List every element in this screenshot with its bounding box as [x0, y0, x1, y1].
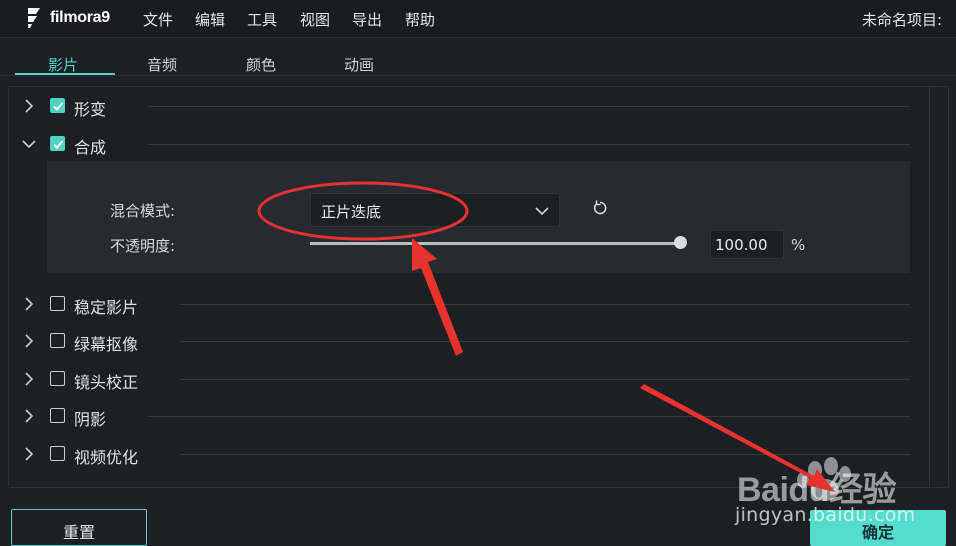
chroma-key-checkbox[interactable] — [50, 333, 65, 348]
tab-audio[interactable]: 音频 — [147, 54, 177, 75]
opacity-unit: % — [791, 236, 806, 254]
opacity-input[interactable]: 100.00 — [710, 230, 784, 259]
menu-edit[interactable]: 编辑 — [195, 9, 225, 30]
chevron-right-icon[interactable] — [20, 445, 38, 463]
blend-mode-value: 正片迭底 — [321, 203, 382, 221]
tab-color[interactable]: 颜色 — [246, 54, 276, 75]
section-divider — [148, 106, 910, 107]
chevron-down-icon — [535, 207, 549, 216]
opacity-label: 不透明度: — [110, 237, 176, 255]
composite-checkbox[interactable] — [50, 136, 65, 151]
watermark-url: jingyan.baidu.com — [735, 504, 916, 526]
check-icon — [53, 140, 64, 149]
menu-file[interactable]: 文件 — [143, 9, 173, 30]
section-label: 视频优化 — [74, 448, 139, 467]
tab-animation[interactable]: 动画 — [344, 54, 374, 75]
chevron-down-icon[interactable] — [20, 135, 38, 153]
chevron-right-icon[interactable] — [20, 370, 38, 388]
check-icon — [53, 102, 64, 111]
section-label: 合成 — [74, 138, 107, 157]
opacity-slider-handle[interactable] — [674, 236, 687, 249]
stabilization-checkbox[interactable] — [50, 296, 65, 311]
section-divider — [148, 144, 910, 145]
project-title: 未命名项目: — [862, 11, 943, 29]
section-stabilization[interactable]: 稳定影片 — [20, 292, 910, 317]
section-transform[interactable]: 形变 — [20, 94, 910, 119]
tabs-divider — [0, 75, 956, 76]
section-divider — [180, 304, 910, 305]
section-lens-correction[interactable]: 镜头校正 — [20, 367, 910, 392]
chevron-right-icon[interactable] — [20, 97, 38, 115]
reset-button[interactable]: 重置 — [11, 509, 147, 546]
chevron-right-icon[interactable] — [20, 407, 38, 425]
reset-button-label: 重置 — [62, 523, 95, 542]
section-shadow[interactable]: 阴影 — [20, 404, 910, 429]
active-tab-indicator — [15, 73, 115, 75]
section-label: 形变 — [74, 100, 107, 119]
transform-checkbox[interactable] — [50, 98, 65, 113]
section-chroma-key[interactable]: 绿幕抠像 — [20, 329, 910, 354]
section-composite[interactable]: 合成 — [20, 132, 910, 157]
top-bar: filmora9 文件 编辑 工具 视图 导出 帮助 未命名项目: — [0, 0, 956, 38]
chevron-right-icon[interactable] — [20, 295, 38, 313]
section-label: 绿幕抠像 — [74, 335, 139, 354]
shadow-checkbox[interactable] — [50, 408, 65, 423]
opacity-slider-track[interactable] — [310, 242, 680, 245]
panel-scroll-divider — [929, 86, 930, 488]
section-divider — [180, 379, 910, 380]
video-enhance-checkbox[interactable] — [50, 446, 65, 461]
opacity-value: 100.00 — [715, 236, 768, 254]
chevron-right-icon[interactable] — [20, 332, 38, 350]
menu-export[interactable]: 导出 — [352, 9, 382, 30]
opacity-slider-fill — [310, 242, 680, 245]
blend-mode-select[interactable]: 正片迭底 — [310, 193, 560, 227]
blend-mode-label: 混合模式: — [110, 202, 176, 220]
section-label: 阴影 — [74, 410, 107, 429]
logo-text: filmora9 — [50, 9, 110, 26]
tab-video[interactable]: 影片 — [48, 54, 78, 75]
menu-tools[interactable]: 工具 — [247, 9, 277, 30]
section-label: 镜头校正 — [74, 373, 139, 392]
reset-icon[interactable] — [590, 198, 610, 218]
filmora-logo-icon — [28, 8, 40, 28]
lens-correction-checkbox[interactable] — [50, 371, 65, 386]
app-logo: filmora9 — [24, 6, 114, 30]
section-label: 稳定影片 — [74, 298, 139, 317]
section-divider — [148, 416, 910, 417]
menu-help[interactable]: 帮助 — [405, 9, 435, 30]
menu-view[interactable]: 视图 — [300, 9, 330, 30]
section-divider — [180, 341, 910, 342]
